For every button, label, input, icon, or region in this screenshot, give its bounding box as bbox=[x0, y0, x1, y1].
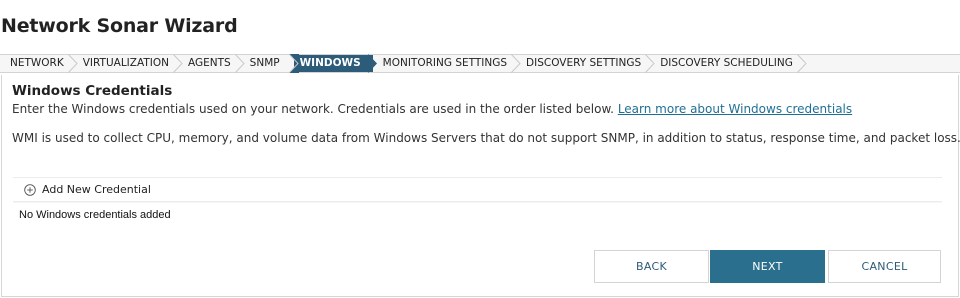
step-label: WINDOWS bbox=[299, 57, 361, 69]
credentials-toolbar: Add New Credential bbox=[13, 177, 942, 202]
step-label: VIRTUALIZATION bbox=[82, 57, 169, 69]
chevron-separator-icon bbox=[367, 54, 377, 73]
step-discovery-settings[interactable]: DISCOVERY SETTINGS bbox=[516, 54, 655, 73]
add-circle-icon bbox=[24, 183, 36, 196]
cancel-button[interactable]: CANCEL bbox=[828, 250, 941, 283]
wmi-note: WMI is used to collect CPU, memory, and … bbox=[12, 131, 960, 145]
step-monitoring-settings[interactable]: MONITORING SETTINGS bbox=[373, 54, 521, 73]
back-button[interactable]: BACK bbox=[594, 250, 709, 283]
chevron-separator-icon bbox=[796, 54, 807, 73]
chevron-separator-icon bbox=[67, 54, 78, 73]
step-label: AGENTS bbox=[187, 57, 231, 69]
windows-credentials-panel: Windows Credentials Enter the Windows cr… bbox=[1, 75, 960, 297]
chevron-separator-icon bbox=[234, 54, 245, 73]
step-label: NETWORK bbox=[10, 57, 64, 69]
step-label: MONITORING SETTINGS bbox=[382, 57, 508, 69]
step-label: SNMP bbox=[249, 57, 280, 69]
step-discovery-scheduling[interactable]: DISCOVERY SCHEDULING bbox=[650, 54, 807, 73]
add-credential-button[interactable]: Add New Credential bbox=[24, 183, 151, 196]
step-virtualization[interactable]: VIRTUALIZATION bbox=[73, 54, 183, 73]
chevron-separator-icon bbox=[288, 54, 299, 73]
chevron-separator-icon bbox=[172, 54, 183, 73]
wizard-title: Network Sonar Wizard bbox=[1, 15, 238, 37]
step-snmp[interactable]: SNMP bbox=[240, 54, 299, 73]
wizard-steps: NETWORK VIRTUALIZATION AGENTS SNMP WINDO… bbox=[0, 54, 960, 73]
step-label: DISCOVERY SCHEDULING bbox=[660, 57, 793, 69]
empty-credentials-message: No Windows credentials added bbox=[19, 209, 171, 221]
step-label: DISCOVERY SETTINGS bbox=[526, 57, 642, 69]
learn-more-link[interactable]: Learn more about Windows credentials bbox=[618, 102, 852, 116]
section-title: Windows Credentials bbox=[12, 83, 173, 99]
next-button[interactable]: NEXT bbox=[710, 250, 825, 283]
add-credential-label: Add New Credential bbox=[42, 183, 151, 196]
description-text: Enter the Windows credentials used on yo… bbox=[12, 102, 614, 116]
step-network[interactable]: NETWORK bbox=[0, 54, 78, 73]
section-description: Enter the Windows credentials used on yo… bbox=[12, 102, 852, 116]
chevron-separator-icon bbox=[645, 54, 655, 73]
chevron-separator-icon bbox=[511, 54, 521, 73]
step-windows[interactable]: WINDOWS bbox=[293, 54, 377, 73]
step-agents[interactable]: AGENTS bbox=[178, 54, 245, 73]
